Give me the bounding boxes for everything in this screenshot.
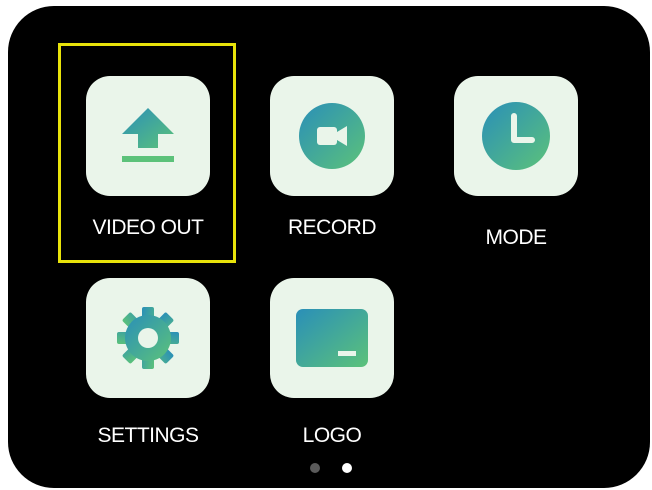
menu-item-label: RECORD [287,216,377,239]
menu-item-label: LOGO [302,424,362,447]
device-screen: VIDEO OUT RECORD MODE SETTINGS LOGO [8,6,650,488]
video-camera-icon [299,103,365,169]
video-out-tile[interactable] [86,76,210,196]
menu-item-label: SETTINGS [97,424,199,447]
menu-item-label: MODE [485,226,548,249]
menu-item-settings[interactable]: SETTINGS [86,278,210,447]
gear-icon [117,307,179,369]
menu-item-mode[interactable]: MODE [454,76,578,249]
clock-icon [482,102,550,170]
record-tile[interactable] [270,76,394,196]
settings-tile[interactable] [86,278,210,398]
upload-icon [122,108,174,162]
menu-item-label: VIDEO OUT [92,216,204,239]
page-dot-1[interactable] [310,463,320,473]
logo-image-icon [296,309,368,367]
page-dot-2[interactable] [342,463,352,473]
menu-item-video-out[interactable]: VIDEO OUT [86,76,210,239]
mode-tile[interactable] [454,76,578,196]
menu-item-record[interactable]: RECORD [270,76,394,239]
menu-item-logo[interactable]: LOGO [270,278,394,447]
logo-tile[interactable] [270,278,394,398]
